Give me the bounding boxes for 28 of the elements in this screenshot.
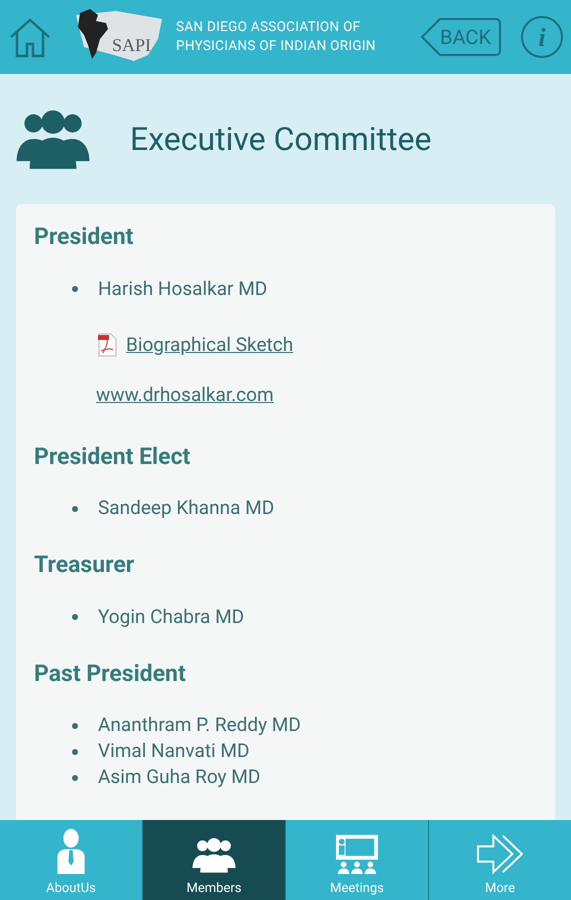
info-button[interactable]: i bbox=[521, 16, 563, 58]
member-name: Yogin Chabra MD bbox=[98, 604, 244, 630]
double-arrow-icon bbox=[476, 832, 524, 874]
website-link[interactable]: www.drhosalkar.com bbox=[96, 381, 274, 410]
member-name: Harish Hosalkar MD bbox=[98, 276, 268, 302]
section-heading: Past President bbox=[34, 658, 187, 688]
bullet-icon bbox=[72, 722, 78, 728]
page-title: Executive Committee bbox=[130, 119, 432, 160]
section-heading: Treasurer bbox=[34, 550, 136, 580]
organization-name: PHYSICIANS OF INDIAN ORIGIN bbox=[176, 37, 376, 56]
member-name: Sandeep Khanna MD bbox=[98, 495, 274, 522]
member-name: Ananthram P. Reddy MD bbox=[98, 712, 301, 738]
member-name: Asim Guha Roy MD bbox=[98, 764, 260, 790]
nav-tab[interactable]: Members bbox=[142, 820, 285, 900]
bullet-icon bbox=[72, 748, 78, 754]
bullet-icon bbox=[72, 614, 78, 620]
pdf-icon bbox=[96, 332, 118, 357]
logo-text: SAPI bbox=[112, 35, 152, 55]
presentation-icon bbox=[334, 832, 380, 874]
bullet-icon bbox=[72, 506, 78, 512]
member-name: Vimal Nanvati MD bbox=[98, 738, 250, 764]
bullet-icon bbox=[72, 774, 78, 780]
section-heading: President bbox=[34, 222, 134, 252]
organization-name: SAN DIEGO ASSOCIATION OF bbox=[176, 18, 362, 37]
back-button[interactable]: BACK bbox=[421, 18, 501, 56]
bullet-icon bbox=[72, 286, 78, 292]
biography-link[interactable]: Biographical Sketch bbox=[126, 330, 294, 359]
section-heading: President Elect bbox=[34, 442, 192, 472]
